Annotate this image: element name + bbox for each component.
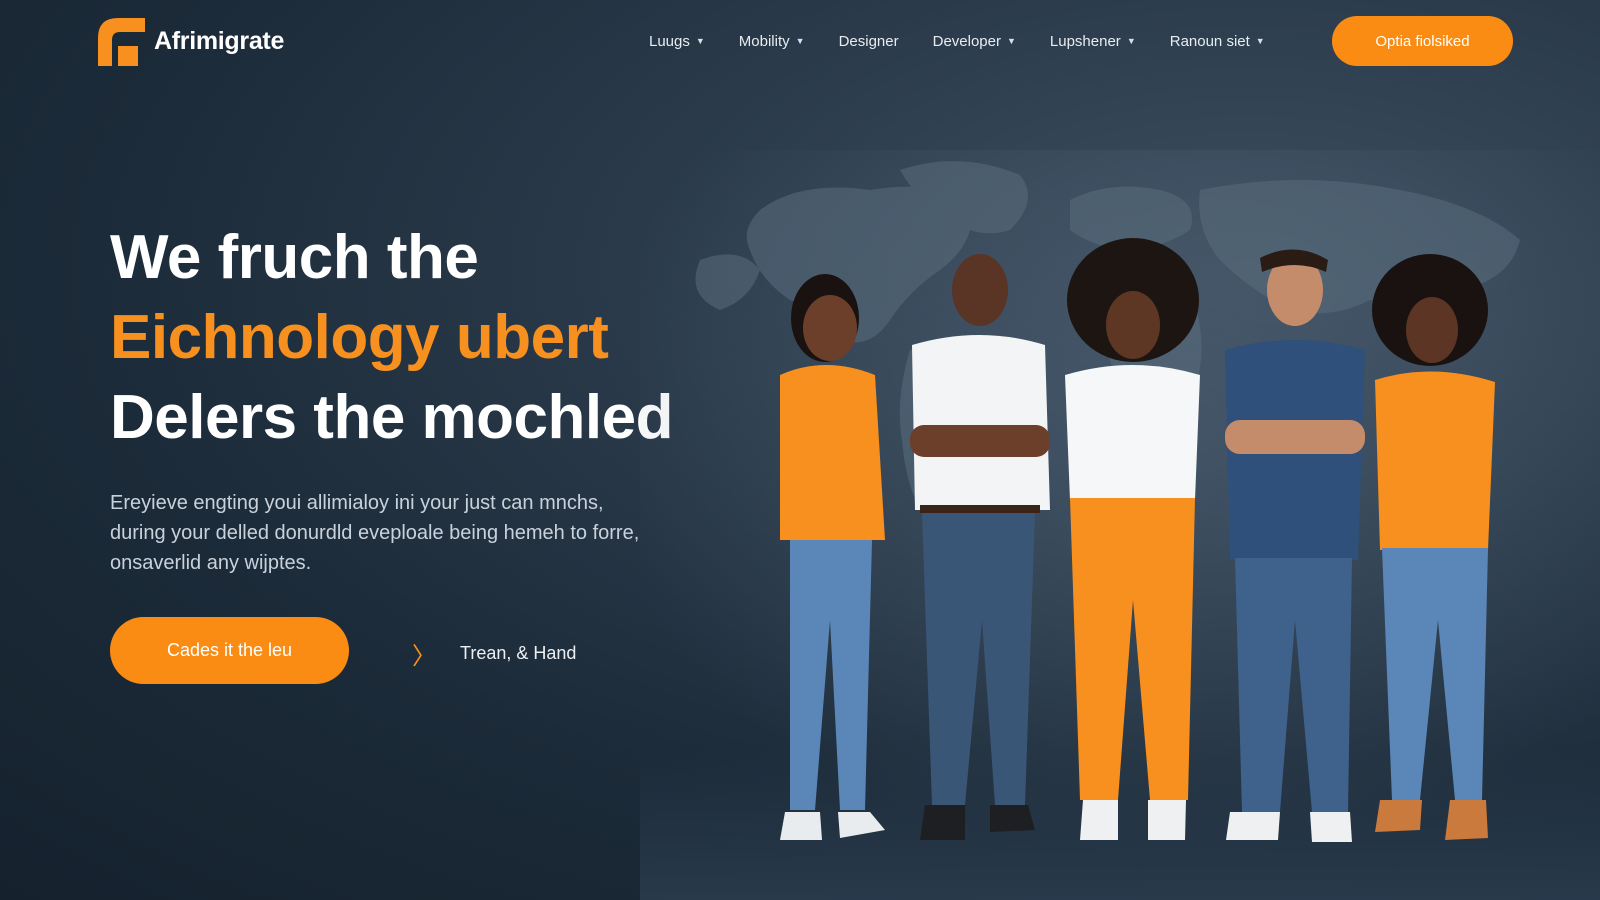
brand-logo-icon bbox=[98, 18, 145, 66]
hero-title-line-1: We fruch the bbox=[110, 223, 479, 292]
hero-description: Ereyieve engting youi allimialoy ini you… bbox=[110, 488, 730, 578]
nav-item-label: Mobility bbox=[738, 32, 790, 50]
secondary-cta-label: Trean, & Hand bbox=[460, 643, 577, 663]
hero-title: We fruch the Eichnology ubert Delers the… bbox=[110, 218, 673, 458]
chevron-down-icon: ▼ bbox=[695, 36, 705, 46]
landing-page: Afrimigrate Luugs ▼ Mobility ▼ Designer … bbox=[0, 0, 1600, 900]
hero-illustration bbox=[640, 150, 1600, 900]
nav-item-label: Luugs bbox=[649, 32, 690, 50]
main-nav: Luugs ▼ Mobility ▼ Designer Developer ▼ … bbox=[649, 30, 1299, 52]
brand-name: Afrimigrate bbox=[154, 26, 285, 55]
nav-item-lupshener[interactable]: Lupshener ▼ bbox=[1050, 33, 1136, 50]
hero-title-line-3: Delers the mochled bbox=[110, 383, 673, 452]
header-cta-button[interactable]: Optia fiolsiked bbox=[1332, 16, 1513, 66]
nav-item-label: Developer bbox=[932, 32, 1001, 50]
hero-title-line-2: Eichnology ubert bbox=[110, 303, 609, 372]
primary-cta-button[interactable]: Cades it the leu bbox=[110, 617, 349, 684]
hero-desc-line-2: during your delled donurdld eveploale be… bbox=[110, 522, 640, 544]
nav-item-developer[interactable]: Developer ▼ bbox=[933, 33, 1016, 50]
hero-desc-line-1: Ereyieve engting youi allimialoy ini you… bbox=[110, 492, 604, 514]
nav-item-label: Lupshener bbox=[1049, 32, 1121, 50]
nav-item-ranoun-siet[interactable]: Ranoun siet ▼ bbox=[1170, 33, 1265, 50]
chevron-down-icon: ▼ bbox=[1255, 36, 1265, 46]
nav-item-mobility[interactable]: Mobility ▼ bbox=[739, 33, 805, 50]
chevron-down-icon: ▼ bbox=[1006, 36, 1016, 46]
hero-desc-line-3: onsaverlid any wijptes. bbox=[110, 552, 312, 574]
chevron-down-icon: ▼ bbox=[1126, 36, 1136, 46]
chevron-down-icon: ▼ bbox=[795, 36, 805, 46]
nav-item-luugs[interactable]: Luugs ▼ bbox=[649, 33, 705, 50]
nav-item-designer[interactable]: Designer bbox=[839, 33, 899, 50]
secondary-cta-link[interactable]: 〉 Trean, & Hand bbox=[412, 636, 576, 671]
nav-item-label: Ranoun siet bbox=[1169, 32, 1250, 50]
chevron-right-icon: 〉 bbox=[412, 643, 436, 670]
nav-item-label: Designer bbox=[838, 32, 899, 50]
brand-logo[interactable]: Afrimigrate bbox=[98, 16, 284, 66]
